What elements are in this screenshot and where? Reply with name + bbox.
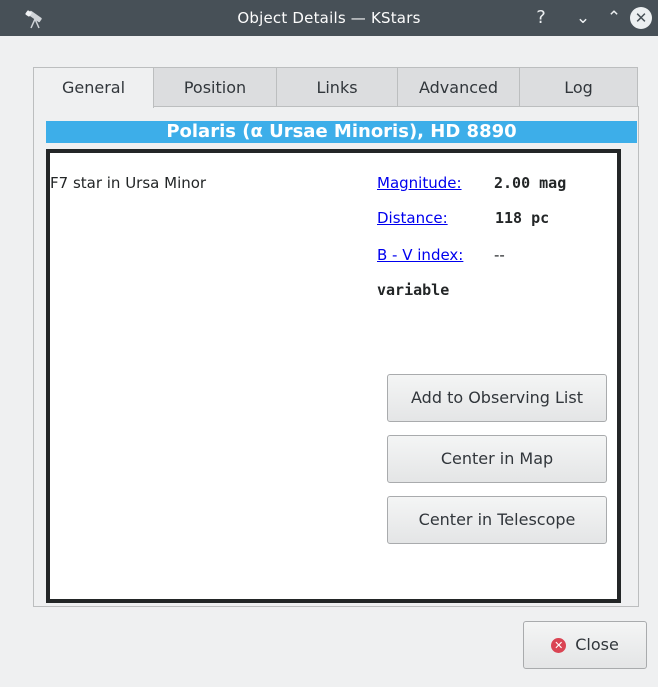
magnitude-link[interactable]: Magnitude: — [377, 174, 462, 192]
help-button[interactable]: ? — [530, 7, 552, 29]
object-name-banner: Polaris (α Ursae Minoris), HD 8890 — [46, 121, 637, 143]
window-close-button[interactable]: ✕ — [630, 7, 652, 29]
tab-bar: General Position Links Advanced Log — [33, 67, 638, 108]
window-titlebar: Object Details — KStars ? ⌄ ⌃ ✕ — [0, 0, 658, 36]
object-type-label: F7 star in Ursa Minor — [50, 174, 207, 192]
add-to-observing-list-button[interactable]: Add to Observing List — [387, 374, 607, 422]
distance-link[interactable]: Distance: — [377, 209, 448, 227]
tab-log[interactable]: Log — [520, 67, 638, 107]
variability-value: variable — [377, 281, 450, 299]
close-circle-icon: ✕ — [551, 638, 567, 653]
bv-index-link[interactable]: B - V index: — [377, 246, 463, 264]
magnitude-value: 2.00 mag — [494, 174, 567, 192]
maximize-button[interactable]: ⌃ — [603, 7, 625, 29]
tab-general[interactable]: General — [33, 67, 154, 108]
bv-index-value: -- — [494, 246, 505, 264]
tab-advanced[interactable]: Advanced — [398, 67, 520, 107]
window-title: Object Details — KStars — [237, 9, 421, 27]
close-button[interactable]: ✕ Close — [523, 621, 647, 669]
minimize-button[interactable]: ⌄ — [572, 7, 594, 29]
center-in-map-button[interactable]: Center in Map — [387, 435, 607, 483]
center-in-telescope-button[interactable]: Center in Telescope — [387, 496, 607, 544]
close-button-label: Close — [575, 635, 619, 654]
distance-value: 118 pc — [495, 209, 550, 227]
tab-links[interactable]: Links — [277, 67, 398, 107]
tab-position[interactable]: Position — [154, 67, 277, 107]
